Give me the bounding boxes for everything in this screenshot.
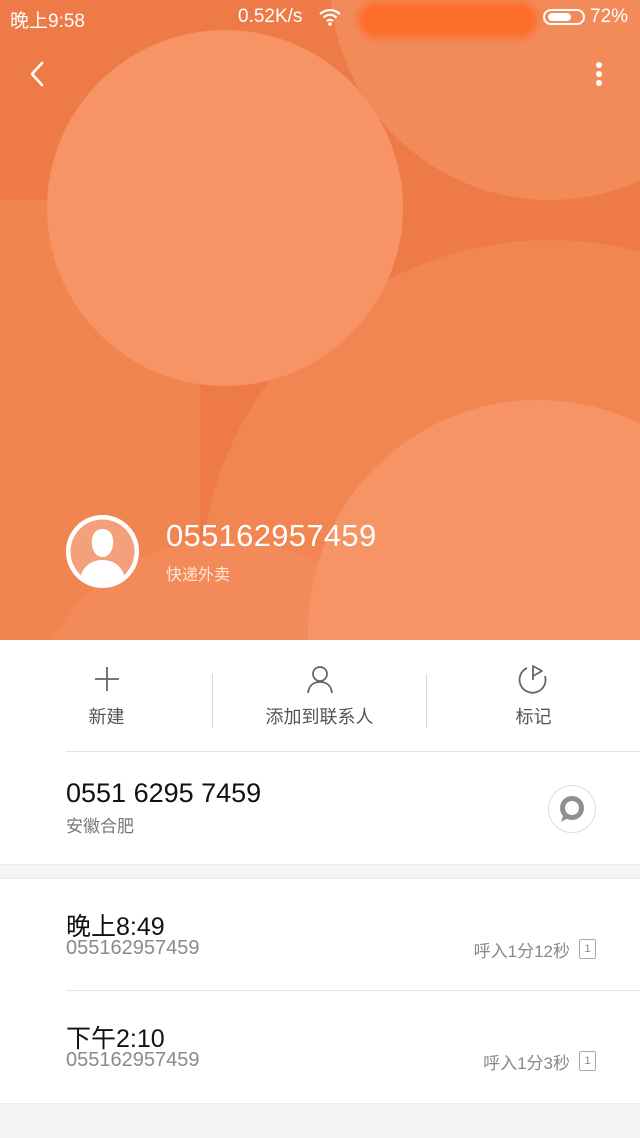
status-bar: 晚上9:58 0.52K/s 72% — [0, 0, 640, 38]
wifi-icon — [319, 8, 341, 26]
phone-number-row[interactable]: 0551 6295 7459 安徽合肥 — [0, 752, 640, 864]
phone-number: 0551 6295 7459 — [66, 778, 262, 808]
send-message-button[interactable] — [548, 785, 596, 833]
more-vertical-icon[interactable] — [584, 56, 614, 92]
network-speed: 0.52K/s — [238, 6, 303, 27]
battery-percent: 72% — [590, 6, 629, 27]
section-gap — [0, 864, 640, 879]
flag-icon — [518, 665, 546, 694]
call-number: 055162957459 — [66, 1049, 200, 1071]
sim-badge: 1 — [579, 1051, 596, 1071]
person-outline-icon — [306, 666, 333, 694]
status-time: 晚上9:58 — [10, 11, 85, 32]
message-bubble-icon — [560, 796, 584, 822]
new-contact-label: 新建 — [88, 707, 125, 727]
add-to-contacts-label: 添加到联系人 — [265, 707, 374, 727]
avatar — [66, 515, 139, 588]
phone-location: 安徽合肥 — [66, 817, 134, 836]
new-contact-button[interactable]: 新建 — [0, 640, 213, 752]
plus-icon — [94, 667, 119, 691]
section-gap — [0, 1103, 640, 1138]
call-log-item[interactable]: 下午2:10 055162957459 呼入1分3秒 1 — [0, 991, 640, 1103]
caller-number: 055162957459 — [166, 518, 377, 553]
mark-label: 标记 — [515, 707, 552, 727]
redacted-area — [358, 2, 538, 38]
sim-badge: 1 — [579, 939, 596, 959]
person-silhouette-icon — [66, 515, 139, 588]
call-detail: 呼入1分3秒 — [483, 1054, 570, 1073]
call-detail: 呼入1分12秒 — [473, 942, 570, 961]
call-log-item[interactable]: 晚上8:49 055162957459 呼入1分12秒 1 — [0, 879, 640, 991]
chevron-left-icon[interactable] — [20, 56, 56, 92]
battery-icon — [543, 9, 585, 25]
caller-tag: 快递外卖 — [166, 567, 231, 584]
background-circle — [47, 30, 403, 386]
action-bar: 新建 添加到联系人 标记 — [0, 640, 640, 752]
call-number: 055162957459 — [66, 937, 200, 959]
mark-button[interactable]: 标记 — [427, 640, 640, 752]
caller-header: 晚上9:58 0.52K/s 72% 055162957459 快递外卖 — [0, 0, 640, 640]
add-to-contacts-button[interactable]: 添加到联系人 — [213, 640, 426, 752]
battery-level — [548, 13, 571, 21]
